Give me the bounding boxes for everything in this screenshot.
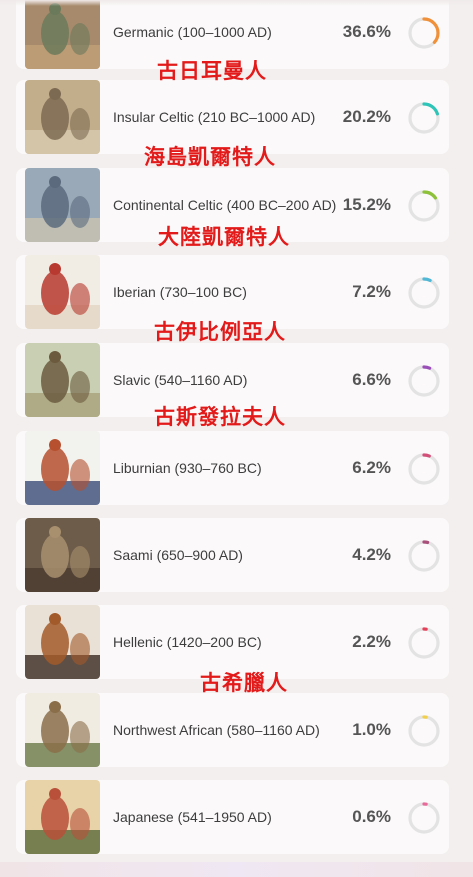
overlay-label-germanic: 古日耳曼人: [157, 59, 267, 83]
percent-ring-gauge: [407, 276, 441, 310]
ancestry-percent: 4.2%: [352, 545, 391, 564]
ancestry-name: Saami (650–900 AD): [113, 547, 243, 563]
percent-ring-gauge: [407, 539, 441, 573]
overlay-label-insular-celtic: 海島凱爾特人: [144, 145, 276, 169]
overlay-label-slavic: 古斯發拉夫人: [154, 405, 286, 429]
percent-ring-gauge: [407, 364, 441, 398]
ancestry-thumbnail-image: [25, 255, 100, 329]
ancestry-name: Liburnian (930–760 BC): [113, 460, 262, 476]
percent-ring-gauge: [407, 189, 441, 223]
ancestry-percent: 36.6%: [342, 22, 391, 41]
top-fade: [0, 0, 473, 6]
overlay-label-continental-celtic: 大陸凱爾特人: [158, 225, 290, 249]
ancestry-thumbnail-image: [25, 0, 100, 69]
ancestry-percent: 0.6%: [352, 807, 391, 826]
ancestry-percent: 20.2%: [342, 107, 391, 126]
ancestry-row[interactable]: Saami (650–900 AD) 4.2%: [16, 518, 449, 592]
ancestry-percent: 2.2%: [352, 632, 391, 651]
percent-ring-gauge: [407, 626, 441, 660]
ancestry-thumbnail-image: [25, 431, 100, 505]
percent-ring-gauge: [407, 714, 441, 748]
percent-ring-gauge: [407, 801, 441, 835]
percent-ring-gauge: [407, 452, 441, 486]
ancestry-name: Northwest African (580–1160 AD): [113, 722, 320, 738]
ancestry-percent: 7.2%: [352, 282, 391, 301]
ancestry-percent: 6.6%: [352, 370, 391, 389]
ancestry-thumbnail-image: [25, 518, 100, 592]
overlay-label-iberian: 古伊比例亞人: [154, 320, 286, 344]
ancestry-name: Japanese (541–1950 AD): [113, 809, 272, 825]
bottom-bar: [0, 862, 473, 877]
ancestry-row[interactable]: Liburnian (930–760 BC) 6.2%: [16, 431, 449, 505]
ancestry-row[interactable]: Japanese (541–1950 AD) 0.6%: [16, 780, 449, 854]
overlay-label-hellenic: 古希臘人: [200, 671, 288, 695]
ancestry-percent: 1.0%: [352, 720, 391, 739]
ancestry-thumbnail-image: [25, 605, 100, 679]
ancestry-thumbnail-image: [25, 343, 100, 417]
ancestry-thumbnail-image: [25, 168, 100, 242]
ancestry-row[interactable]: Northwest African (580–1160 AD) 1.0%: [16, 693, 449, 767]
ancestry-thumbnail-image: [25, 693, 100, 767]
ancestry-thumbnail-image: [25, 80, 100, 154]
ancestry-thumbnail-image: [25, 780, 100, 854]
ancestry-percent: 6.2%: [352, 458, 391, 477]
ancestry-percent: 15.2%: [342, 195, 391, 214]
percent-ring-gauge: [407, 101, 441, 135]
percent-ring-gauge: [407, 16, 441, 50]
